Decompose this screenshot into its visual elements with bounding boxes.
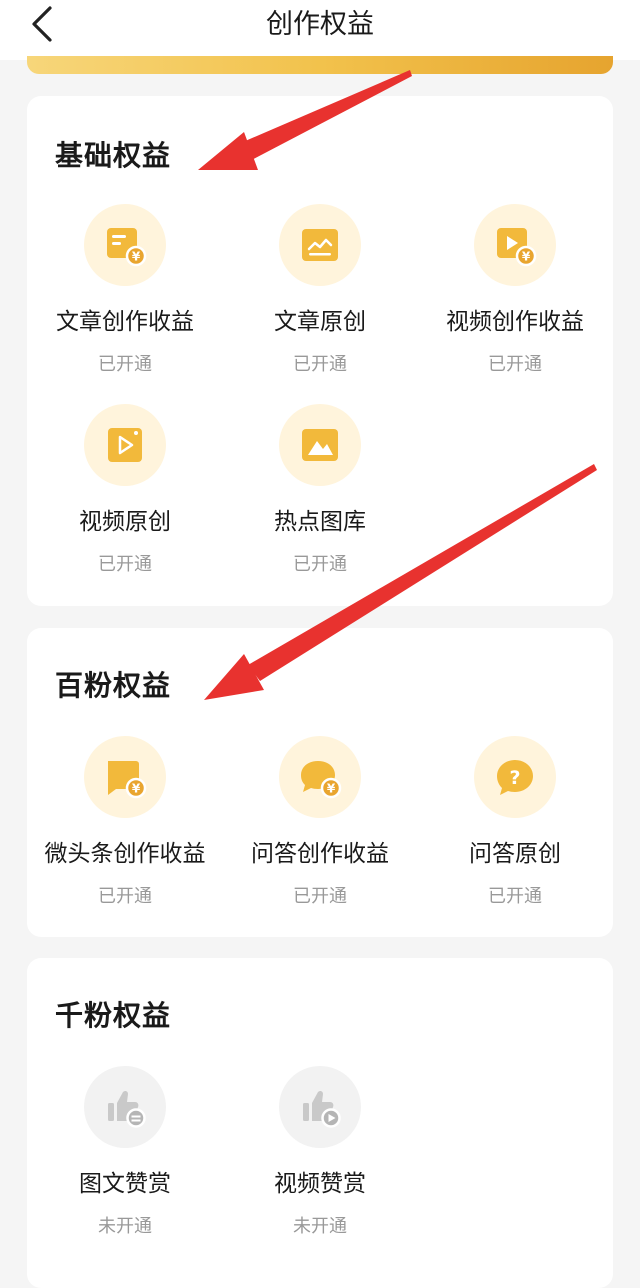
benefit-status: 已开通 xyxy=(98,886,152,907)
svg-text:¥: ¥ xyxy=(327,782,336,796)
article-income-icon: ¥ xyxy=(107,228,147,267)
benefit-label: 问答创作收益 xyxy=(251,841,389,867)
benefit-item[interactable]: ¥ 视频创作收益 已开通 xyxy=(417,204,613,376)
benefit-item[interactable]: 图文赞赏 未开通 xyxy=(27,1066,223,1238)
benefit-label: 文章创作收益 xyxy=(56,309,194,335)
video-tip-icon xyxy=(303,1090,341,1128)
article-tip-icon xyxy=(108,1090,146,1128)
icon-wrap xyxy=(279,404,361,486)
section-title: 百粉权益 xyxy=(55,669,172,702)
benefit-status: 已开通 xyxy=(488,886,542,907)
svg-text:¥: ¥ xyxy=(522,250,531,264)
benefit-item[interactable]: 视频原创 已开通 xyxy=(27,404,223,576)
video-income-icon: ¥ xyxy=(497,228,537,267)
benefit-status: 已开通 xyxy=(293,886,347,907)
benefit-item[interactable]: ¥ 文章创作收益 已开通 xyxy=(27,204,223,376)
benefit-label: 文章原创 xyxy=(274,309,366,335)
icon-wrap: ¥ xyxy=(474,204,556,286)
benefit-item[interactable]: ¥ 问答创作收益 已开通 xyxy=(222,736,418,908)
section-hundred-fans-benefits: 百粉权益 ¥ 微头条创作收益 已开通 ¥ 问答创作收益 已开通 ? 问答原创 已… xyxy=(27,628,613,937)
section-title: 基础权益 xyxy=(55,139,172,172)
video-original-icon xyxy=(108,428,142,462)
icon-wrap xyxy=(279,204,361,286)
benefit-status: 已开通 xyxy=(98,354,152,375)
page-title: 创作权益 xyxy=(266,9,374,40)
micro-post-income-icon: ¥ xyxy=(108,761,147,799)
icon-wrap: ¥ xyxy=(84,736,166,818)
svg-text:¥: ¥ xyxy=(132,250,141,264)
nav-header: 创作权益 xyxy=(0,0,640,60)
icon-wrap: ? xyxy=(474,736,556,818)
benefit-label: 微头条创作收益 xyxy=(44,841,206,867)
qa-original-icon: ? xyxy=(497,760,533,795)
benefit-label: 问答原创 xyxy=(469,841,561,867)
icon-wrap: ¥ xyxy=(84,204,166,286)
benefit-status: 已开通 xyxy=(293,354,347,375)
svg-text:¥: ¥ xyxy=(132,782,141,796)
benefit-item[interactable]: 文章原创 已开通 xyxy=(222,204,418,376)
benefit-label: 图文赞赏 xyxy=(79,1171,171,1197)
benefit-item[interactable]: ? 问答原创 已开通 xyxy=(417,736,613,908)
icon-wrap xyxy=(279,1066,361,1148)
section-basic-benefits: 基础权益 ¥ 文章创作收益 已开通 文章原创 已开通 ¥ 视频创作收益 已开通 … xyxy=(27,96,613,606)
benefit-label: 视频原创 xyxy=(79,509,171,535)
benefit-label: 视频赞赏 xyxy=(274,1171,366,1197)
benefit-label: 热点图库 xyxy=(274,509,366,535)
article-original-icon xyxy=(302,229,338,261)
hot-gallery-icon xyxy=(302,429,338,461)
section-thousand-fans-benefits: 千粉权益 图文赞赏 未开通 视频赞赏 未开通 xyxy=(27,958,613,1288)
benefit-item[interactable]: ¥ 微头条创作收益 已开通 xyxy=(27,736,223,908)
benefit-status: 未开通 xyxy=(293,1216,347,1237)
qa-income-icon: ¥ xyxy=(301,761,342,799)
benefit-status: 已开通 xyxy=(488,354,542,375)
membership-banner-edge xyxy=(27,56,613,74)
benefit-item[interactable]: 视频赞赏 未开通 xyxy=(222,1066,418,1238)
benefit-status: 未开通 xyxy=(98,1216,152,1237)
benefit-label: 视频创作收益 xyxy=(446,309,584,335)
section-title: 千粉权益 xyxy=(55,999,172,1032)
benefit-status: 已开通 xyxy=(293,554,347,575)
svg-text:?: ? xyxy=(509,767,520,789)
benefit-status: 已开通 xyxy=(98,554,152,575)
icon-wrap: ¥ xyxy=(279,736,361,818)
benefit-item[interactable]: 热点图库 已开通 xyxy=(222,404,418,576)
icon-wrap xyxy=(84,1066,166,1148)
icon-wrap xyxy=(84,404,166,486)
